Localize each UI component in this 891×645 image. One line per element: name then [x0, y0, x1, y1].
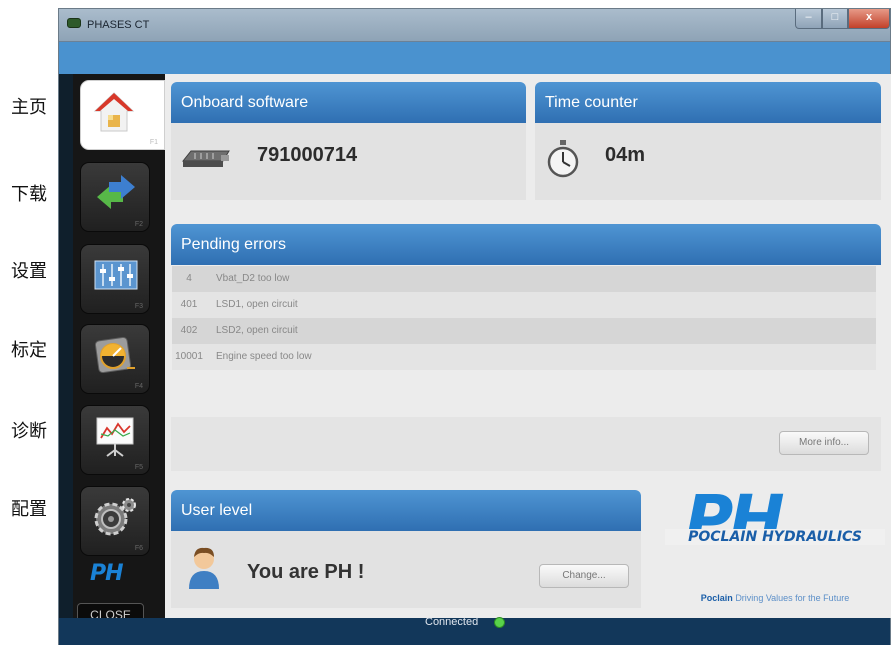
header-band [59, 42, 890, 74]
fkey-label: F1 [149, 139, 158, 146]
fkey-label: F6 [134, 545, 143, 552]
window-close-button[interactable]: x [848, 9, 890, 29]
brand-name: POCLAIN HYDRAULICS [665, 529, 885, 545]
sidebar: F1 F2 F3 F4 F5 F6 PH CLOSE [73, 74, 165, 627]
error-description: LSD2, open circuit [216, 325, 298, 336]
fkey-label: F3 [134, 303, 143, 310]
diagnosis-chart-icon [96, 417, 134, 457]
brand-tagline-row: Poclain Driving Values for the Future [665, 593, 885, 603]
annotation-home: 主页 [11, 97, 47, 118]
annotation-settings: 设置 [11, 261, 47, 282]
download-arrows-icon [97, 175, 135, 209]
change-user-button[interactable]: Change... [539, 564, 629, 588]
ph-logo-small: PH [90, 561, 124, 586]
error-code: 4 [186, 273, 192, 284]
user-level-text: You are PH ! [247, 561, 365, 583]
error-row[interactable]: 4 Vbat_D2 too low [172, 266, 876, 292]
app-window: PHASES CT – □ x F1 F2 F3 F4 F5 F6 PH CLO… [58, 8, 891, 645]
nav-calibration[interactable]: F4 [80, 324, 150, 394]
user-avatar-icon [189, 547, 219, 589]
main-content: F1 F2 F3 F4 F5 F6 PH CLOSE Onboard softw… [73, 74, 891, 627]
time-counter-value: 04m [605, 144, 646, 166]
error-code: 402 [180, 325, 198, 336]
calibration-gauge-icon [94, 336, 135, 374]
window-title: PHASES CT [87, 19, 150, 31]
error-code: 401 [180, 299, 198, 310]
annotation-diagnosis: 诊断 [11, 421, 47, 442]
error-code: 10001 [175, 351, 203, 362]
pending-errors-header: Pending errors [171, 224, 881, 265]
error-description: LSD1, open circuit [216, 299, 298, 310]
minimize-button[interactable]: – [795, 9, 822, 29]
time-counter-panel [535, 123, 881, 200]
nav-home[interactable]: F1 [80, 80, 165, 150]
onboard-software-header: Onboard software [171, 82, 526, 123]
configuration-gears-icon [94, 498, 136, 536]
fkey-label: F4 [134, 383, 143, 390]
error-row[interactable]: 10001 Engine speed too low [172, 344, 876, 370]
fkey-label: F2 [134, 221, 143, 228]
nav-configuration[interactable]: F6 [80, 486, 150, 556]
annotation-configuration: 配置 [11, 499, 47, 520]
nav-settings[interactable]: F3 [80, 244, 150, 314]
time-counter-header: Time counter [535, 82, 881, 123]
error-row[interactable]: 401 LSD1, open circuit [172, 292, 876, 318]
title-bar[interactable]: PHASES CT – □ x [59, 9, 890, 42]
error-description: Vbat_D2 too low [216, 273, 290, 284]
onboard-software-value: 791000714 [257, 144, 358, 166]
nav-diagnosis[interactable]: F5 [80, 405, 150, 475]
maximize-button[interactable]: □ [822, 9, 848, 29]
more-info-button[interactable]: More info... [779, 431, 869, 455]
home-icon [93, 92, 135, 132]
annotation-download: 下载 [11, 184, 47, 205]
nav-download[interactable]: F2 [80, 162, 150, 232]
poclain-hydraulics-logo: PH POCLAIN HYDRAULICS Poclain Driving Va… [665, 487, 885, 609]
connection-status-text: Connected [425, 616, 479, 628]
error-description: Engine speed too low [216, 351, 312, 362]
annotation-calibration: 标定 [11, 340, 47, 361]
poclain-mark: Poclain [700, 593, 733, 603]
stopwatch-icon [547, 140, 579, 178]
app-icon [67, 18, 81, 28]
fkey-label: F5 [134, 464, 143, 471]
errors-footer [171, 417, 881, 471]
user-level-header: User level [171, 490, 641, 531]
error-row[interactable]: 402 LSD2, open circuit [172, 318, 876, 344]
ecu-icon [181, 150, 230, 167]
brand-tagline: Driving Values for the Future [735, 593, 850, 603]
settings-sliders-icon [94, 260, 138, 290]
connection-status-indicator [494, 617, 505, 628]
